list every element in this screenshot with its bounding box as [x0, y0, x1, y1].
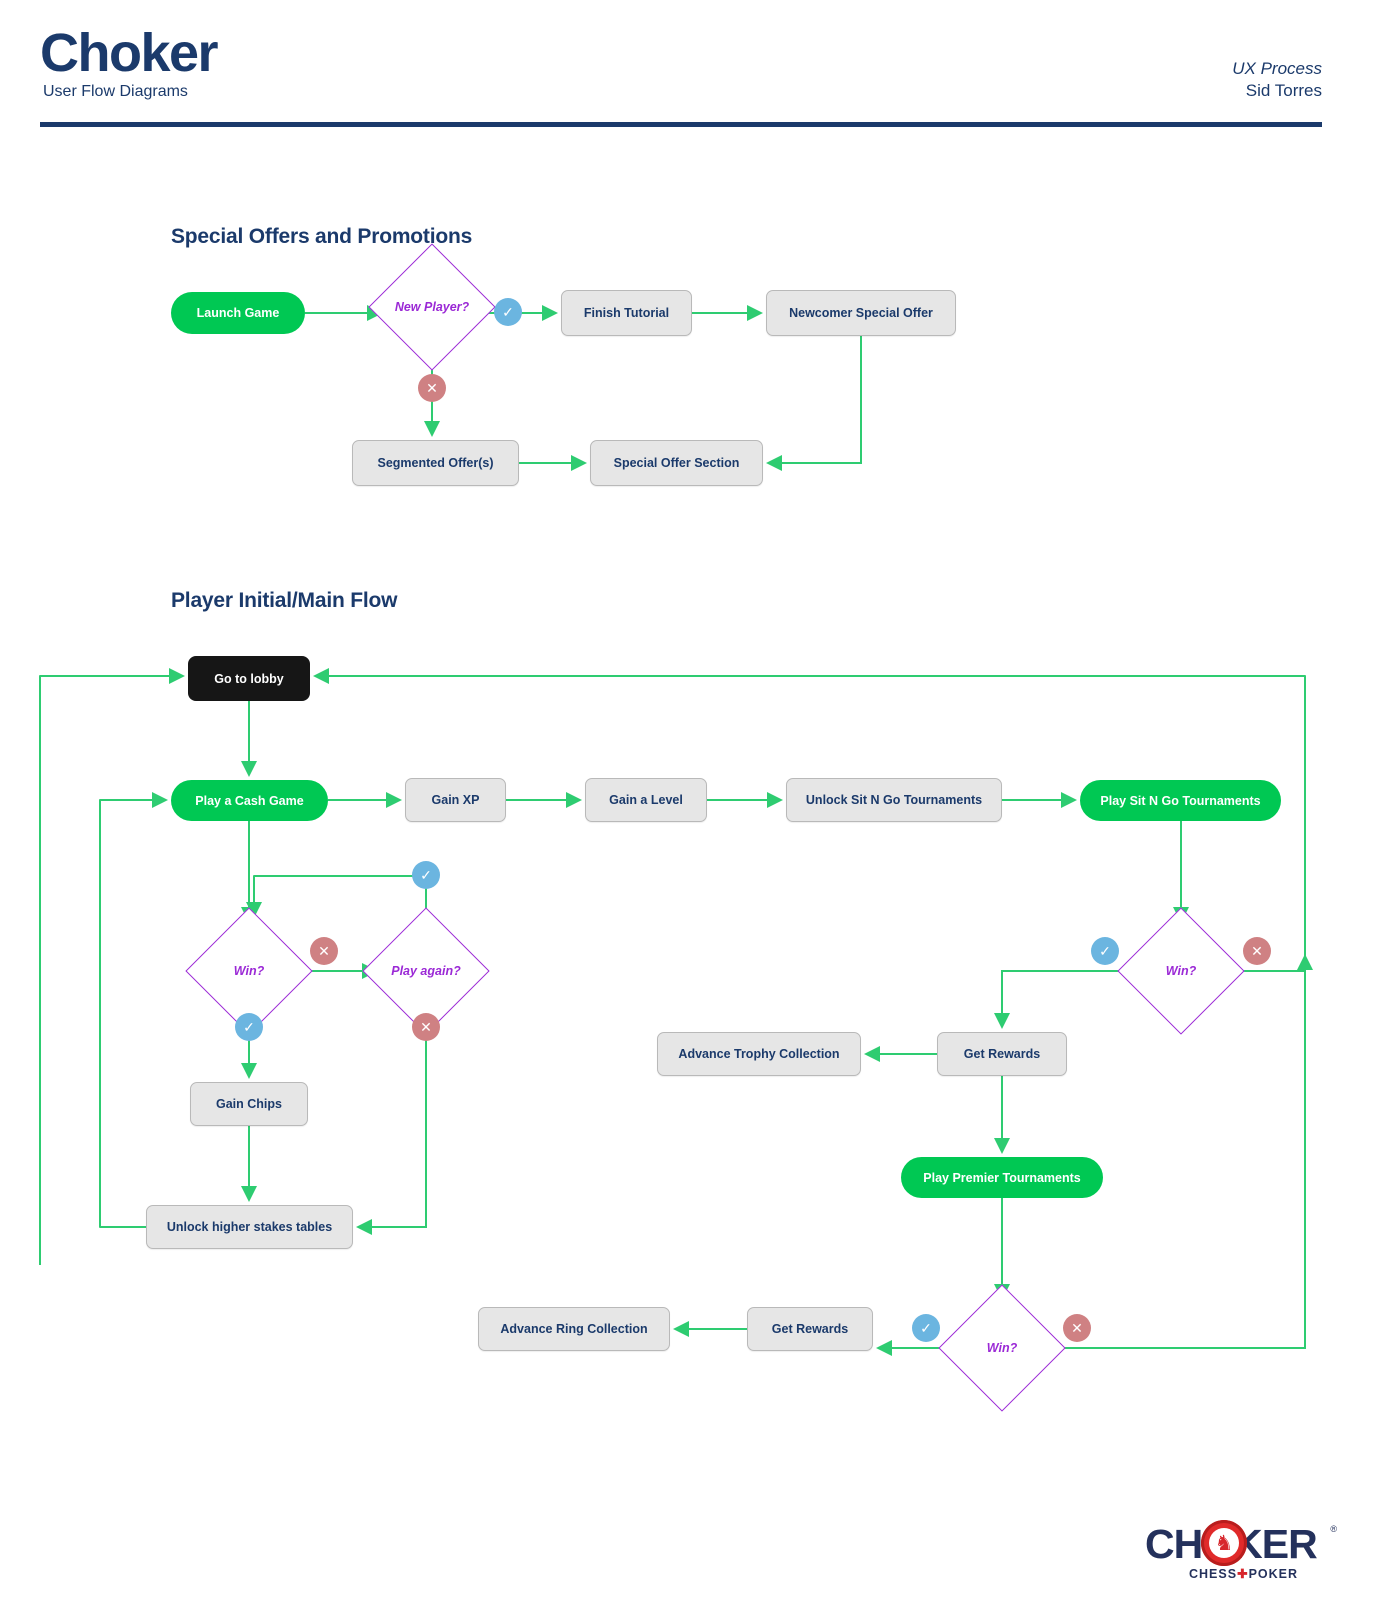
- badge-play-again-no: ✕: [412, 1013, 440, 1041]
- node-label: Play Sit N Go Tournaments: [1100, 793, 1261, 808]
- node-win-cash[interactable]: Win?: [185, 907, 313, 1035]
- badge-win-premier-yes: ✓: [912, 1314, 940, 1342]
- poker-chip-icon: ♞: [1201, 1520, 1247, 1566]
- node-unlock-sitngo[interactable]: Unlock Sit N Go Tournaments: [786, 778, 1002, 822]
- brand-title: Choker: [40, 23, 219, 83]
- check-icon: ✓: [243, 1019, 255, 1035]
- node-win-premier[interactable]: Win?: [938, 1284, 1066, 1412]
- check-icon: ✓: [920, 1320, 932, 1336]
- logo-tagline-poker: POKER: [1248, 1567, 1299, 1581]
- diamond-shape: [368, 243, 496, 371]
- footer-logo: CHOKER ® ♞ CHESS✚POKER: [1145, 1520, 1337, 1584]
- node-special-offer-section[interactable]: Special Offer Section: [590, 440, 763, 486]
- node-label: Gain Chips: [216, 1097, 282, 1111]
- node-label: Segmented Offer(s): [377, 456, 494, 470]
- node-advance-trophy[interactable]: Advance Trophy Collection: [657, 1032, 861, 1076]
- node-label: Gain a Level: [609, 793, 683, 807]
- cross-icon: ✕: [318, 943, 330, 959]
- plus-icon: ✚: [1237, 1567, 1249, 1581]
- node-new-player[interactable]: New Player?: [368, 243, 496, 371]
- node-label: Launch Game: [196, 306, 280, 320]
- badge-new-player-yes: ✓: [494, 298, 522, 326]
- diamond-shape: [1117, 907, 1245, 1035]
- node-win-sitngo[interactable]: Win?: [1117, 907, 1245, 1035]
- node-label: Get Rewards: [963, 1047, 1041, 1061]
- node-label: Newcomer Special Offer: [789, 306, 933, 320]
- node-segmented-offers[interactable]: Segmented Offer(s): [352, 440, 519, 486]
- header-divider: [40, 122, 1322, 127]
- registered-trademark-icon: ®: [1330, 1524, 1337, 1534]
- node-label: Unlock higher stakes tables: [166, 1220, 333, 1234]
- check-icon: ✓: [502, 304, 514, 320]
- node-finish-tutorial[interactable]: Finish Tutorial: [561, 290, 692, 336]
- node-label: Advance Ring Collection: [500, 1322, 648, 1336]
- node-play-sitngo[interactable]: Play Sit N Go Tournaments: [1080, 780, 1281, 821]
- node-play-premier[interactable]: Play Premier Tournaments: [901, 1157, 1103, 1198]
- node-label: Gain XP: [431, 793, 480, 807]
- node-advance-ring[interactable]: Advance Ring Collection: [478, 1307, 670, 1351]
- cross-icon: ✕: [420, 1019, 432, 1035]
- section-title-main-flow: Player Initial/Main Flow: [171, 589, 398, 612]
- flow-special-offers: Launch Game New Player? Finish Tutorial New…: [0, 240, 1400, 520]
- cross-icon: ✕: [1071, 1320, 1083, 1336]
- chess-knight-icon: ♞: [1209, 1528, 1239, 1558]
- node-label: Advance Trophy Collection: [678, 1047, 840, 1061]
- document-author: Sid Torres: [1245, 81, 1322, 100]
- node-label: Unlock Sit N Go Tournaments: [805, 793, 983, 807]
- node-label: Play a Cash Game: [195, 793, 304, 808]
- node-get-rewards-premier[interactable]: Get Rewards: [747, 1307, 873, 1351]
- badge-win-sitngo-yes: ✓: [1091, 937, 1119, 965]
- logo-tagline-chess: CHESS: [1189, 1567, 1238, 1581]
- page-header: Choker User Flow Diagrams UX Process Sid…: [0, 0, 1400, 132]
- node-label: Finish Tutorial: [583, 306, 670, 320]
- badge-win-cash-yes: ✓: [235, 1013, 263, 1041]
- node-gain-chips[interactable]: Gain Chips: [190, 1082, 308, 1126]
- node-newcomer-special[interactable]: Newcomer Special Offer: [766, 290, 956, 336]
- node-play-again[interactable]: Play again?: [362, 907, 490, 1035]
- brand-subtitle: User Flow Diagrams: [43, 83, 188, 100]
- diamond-shape: [938, 1284, 1066, 1412]
- brand-block: Choker User Flow Diagrams: [40, 23, 219, 102]
- node-play-cash-game[interactable]: Play a Cash Game: [171, 780, 328, 821]
- node-go-to-lobby[interactable]: Go to lobby: [188, 656, 310, 701]
- node-gain-xp[interactable]: Gain XP: [405, 778, 506, 822]
- node-gain-a-level[interactable]: Gain a Level: [585, 778, 707, 822]
- check-icon: ✓: [420, 867, 432, 883]
- node-launch-game[interactable]: Launch Game: [171, 292, 305, 334]
- badge-win-sitngo-no: ✕: [1243, 937, 1271, 965]
- node-unlock-higher[interactable]: Unlock higher stakes tables: [146, 1205, 353, 1249]
- header-meta: UX Process Sid Torres: [1232, 58, 1322, 102]
- node-label: Play Premier Tournaments: [923, 1170, 1081, 1185]
- check-icon: ✓: [1099, 943, 1111, 959]
- badge-win-cash-no: ✕: [310, 937, 338, 965]
- node-label: Go to lobby: [214, 671, 284, 686]
- logo-tagline: CHESS✚POKER: [1189, 1566, 1298, 1581]
- flow-player-main: Go to lobby Play a Cash Game Gain XP Gain a…: [0, 620, 1400, 1420]
- badge-play-again-yes: ✓: [412, 861, 440, 889]
- document-type: UX Process: [1232, 59, 1322, 78]
- node-label: Special Offer Section: [613, 456, 740, 470]
- node-label: Get Rewards: [771, 1322, 849, 1336]
- badge-new-player-no: ✕: [418, 374, 446, 402]
- cross-icon: ✕: [1251, 943, 1263, 959]
- cross-icon: ✕: [426, 380, 438, 396]
- badge-win-premier-no: ✕: [1063, 1314, 1091, 1342]
- node-get-rewards-sitngo[interactable]: Get Rewards: [937, 1032, 1067, 1076]
